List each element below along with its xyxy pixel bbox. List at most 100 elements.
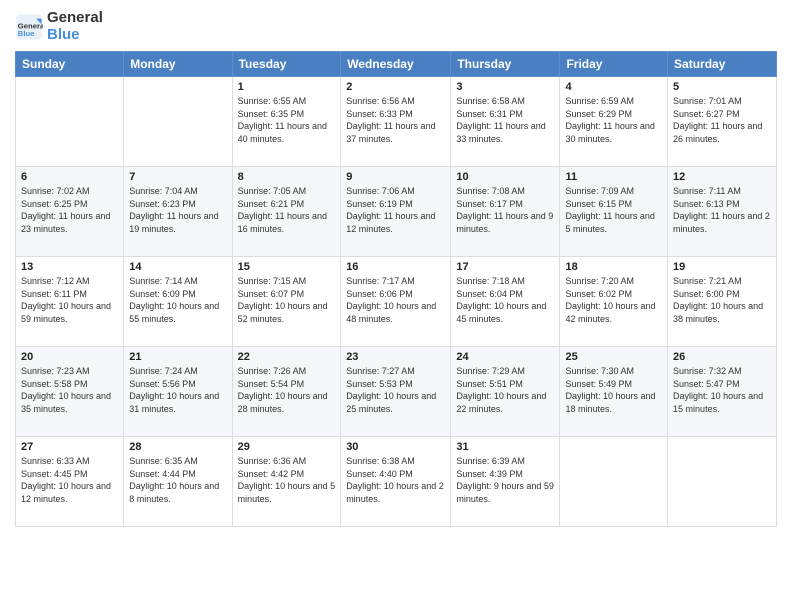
day-number: 19: [673, 261, 771, 273]
calendar-cell: 15 Sunrise: 7:15 AM Sunset: 6:07 PM Dayli…: [232, 257, 341, 347]
day-info: Sunrise: 7:02 AM Sunset: 6:25 PM Dayligh…: [21, 185, 118, 235]
calendar-week-row: 20Sunrise: 7:23 AM Sunset: 5:58 PM Dayli…: [16, 347, 777, 437]
calendar-cell: [124, 77, 232, 167]
day-number: 4: [565, 81, 662, 93]
day-info: Sunrise: 7:21 AM Sunset: 6:00 PM Dayligh…: [673, 275, 771, 325]
day-number: 26: [673, 351, 771, 363]
day-number: 30: [346, 441, 445, 453]
day-number: 1: [238, 81, 336, 93]
calendar-cell: 22 Sunrise: 7:26 AM Sunset: 5:54 PM Dayli…: [232, 347, 341, 437]
calendar-cell: 23 Sunrise: 7:27 AM Sunset: 5:53 PM Dayli…: [341, 347, 451, 437]
calendar-cell: 25 Sunrise: 7:30 AM Sunset: 5:49 PM Dayli…: [560, 347, 668, 437]
day-number: 31: [456, 441, 554, 453]
calendar-cell: 27 Sunrise: 6:33 AM Sunset: 4:45 PM Dayli…: [16, 437, 124, 527]
calendar-cell: 11Sunrise: 7:09 AM Sunset: 6:15 PM Dayli…: [560, 167, 668, 257]
calendar-week-row: 27 Sunrise: 6:33 AM Sunset: 4:45 PM Dayli…: [16, 437, 777, 527]
day-info: Sunrise: 6:38 AM Sunset: 4:40 PM Dayligh…: [346, 455, 445, 505]
day-info: Sunrise: 7:04 AM Sunset: 6:23 PM Dayligh…: [129, 185, 226, 235]
calendar-cell: 30 Sunrise: 6:38 AM Sunset: 4:40 PM Dayli…: [341, 437, 451, 527]
day-info: Sunrise: 7:26 AM Sunset: 5:54 PM Dayligh…: [238, 365, 336, 415]
day-info: Sunrise: 6:55 AM Sunset: 6:35 PM Dayligh…: [238, 95, 336, 145]
calendar-cell: 2 Sunrise: 6:56 AM Sunset: 6:33 PM Daylig…: [341, 77, 451, 167]
calendar-cell: 5 Sunrise: 7:01 AM Sunset: 6:27 PM Daylig…: [668, 77, 777, 167]
calendar-cell: 24 Sunrise: 7:29 AM Sunset: 5:51 PM Dayli…: [451, 347, 560, 437]
day-number: 13: [21, 261, 118, 273]
day-of-week-header: Tuesday: [232, 52, 341, 77]
day-number: 25: [565, 351, 662, 363]
day-number: 12: [673, 171, 771, 183]
day-of-week-header: Wednesday: [341, 52, 451, 77]
day-number: 22: [238, 351, 336, 363]
day-info: Sunrise: 6:58 AM Sunset: 6:31 PM Dayligh…: [456, 95, 554, 145]
logo-icon: General Blue: [15, 13, 43, 41]
day-number: 23: [346, 351, 445, 363]
day-of-week-header: Saturday: [668, 52, 777, 77]
page: General Blue GeneralBlue SundayMondayTue…: [0, 0, 792, 612]
day-info: Sunrise: 6:35 AM Sunset: 4:44 PM Dayligh…: [129, 455, 226, 505]
day-info: Sunrise: 6:39 AM Sunset: 4:39 PM Dayligh…: [456, 455, 554, 505]
calendar-cell: 21 Sunrise: 7:24 AM Sunset: 5:56 PM Dayli…: [124, 347, 232, 437]
day-info: Sunrise: 6:33 AM Sunset: 4:45 PM Dayligh…: [21, 455, 118, 505]
calendar-table: SundayMondayTuesdayWednesdayThursdayFrid…: [15, 51, 777, 527]
day-info: Sunrise: 7:09 AM Sunset: 6:15 PM Dayligh…: [565, 185, 662, 235]
header: General Blue GeneralBlue: [15, 10, 777, 43]
logo-text: GeneralBlue: [47, 10, 103, 43]
calendar-cell: 10Sunrise: 7:08 AM Sunset: 6:17 PM Dayli…: [451, 167, 560, 257]
day-number: 28: [129, 441, 226, 453]
day-info: Sunrise: 7:20 AM Sunset: 6:02 PM Dayligh…: [565, 275, 662, 325]
day-info: Sunrise: 7:27 AM Sunset: 5:53 PM Dayligh…: [346, 365, 445, 415]
day-number: 8: [238, 171, 336, 183]
calendar-week-row: 1 Sunrise: 6:55 AM Sunset: 6:35 PM Daylig…: [16, 77, 777, 167]
day-info: Sunrise: 7:24 AM Sunset: 5:56 PM Dayligh…: [129, 365, 226, 415]
day-info: Sunrise: 7:32 AM Sunset: 5:47 PM Dayligh…: [673, 365, 771, 415]
day-info: Sunrise: 7:01 AM Sunset: 6:27 PM Dayligh…: [673, 95, 771, 145]
day-info: Sunrise: 7:23 AM Sunset: 5:58 PM Dayligh…: [21, 365, 118, 415]
day-number: 18: [565, 261, 662, 273]
calendar-week-row: 13Sunrise: 7:12 AM Sunset: 6:11 PM Dayli…: [16, 257, 777, 347]
day-number: 9: [346, 171, 445, 183]
calendar-cell: 17Sunrise: 7:18 AM Sunset: 6:04 PM Dayli…: [451, 257, 560, 347]
calendar-cell: 18 Sunrise: 7:20 AM Sunset: 6:02 PM Dayli…: [560, 257, 668, 347]
day-number: 2: [346, 81, 445, 93]
calendar-cell: [560, 437, 668, 527]
day-number: 16: [346, 261, 445, 273]
calendar-cell: 16Sunrise: 7:17 AM Sunset: 6:06 PM Dayli…: [341, 257, 451, 347]
day-number: 24: [456, 351, 554, 363]
day-number: 5: [673, 81, 771, 93]
calendar-cell: 13Sunrise: 7:12 AM Sunset: 6:11 PM Dayli…: [16, 257, 124, 347]
calendar-cell: 7 Sunrise: 7:04 AM Sunset: 6:23 PM Daylig…: [124, 167, 232, 257]
svg-text:Blue: Blue: [18, 29, 35, 38]
calendar-cell: 4Sunrise: 6:59 AM Sunset: 6:29 PM Daylig…: [560, 77, 668, 167]
day-info: Sunrise: 7:08 AM Sunset: 6:17 PM Dayligh…: [456, 185, 554, 235]
day-info: Sunrise: 7:30 AM Sunset: 5:49 PM Dayligh…: [565, 365, 662, 415]
day-info: Sunrise: 7:29 AM Sunset: 5:51 PM Dayligh…: [456, 365, 554, 415]
day-info: Sunrise: 7:18 AM Sunset: 6:04 PM Dayligh…: [456, 275, 554, 325]
day-of-week-header: Thursday: [451, 52, 560, 77]
calendar-cell: 1 Sunrise: 6:55 AM Sunset: 6:35 PM Daylig…: [232, 77, 341, 167]
day-number: 7: [129, 171, 226, 183]
calendar-cell: 20Sunrise: 7:23 AM Sunset: 5:58 PM Dayli…: [16, 347, 124, 437]
calendar-cell: 29Sunrise: 6:36 AM Sunset: 4:42 PM Dayli…: [232, 437, 341, 527]
day-info: Sunrise: 6:56 AM Sunset: 6:33 PM Dayligh…: [346, 95, 445, 145]
day-number: 6: [21, 171, 118, 183]
calendar-cell: [16, 77, 124, 167]
calendar-cell: 8Sunrise: 7:05 AM Sunset: 6:21 PM Daylig…: [232, 167, 341, 257]
calendar-cell: 12 Sunrise: 7:11 AM Sunset: 6:13 PM Dayli…: [668, 167, 777, 257]
calendar-cell: 19 Sunrise: 7:21 AM Sunset: 6:00 PM Dayli…: [668, 257, 777, 347]
day-number: 14: [129, 261, 226, 273]
day-info: Sunrise: 7:06 AM Sunset: 6:19 PM Dayligh…: [346, 185, 445, 235]
calendar-header-row: SundayMondayTuesdayWednesdayThursdayFrid…: [16, 52, 777, 77]
day-info: Sunrise: 7:11 AM Sunset: 6:13 PM Dayligh…: [673, 185, 771, 235]
day-info: Sunrise: 7:14 AM Sunset: 6:09 PM Dayligh…: [129, 275, 226, 325]
calendar-cell: 6 Sunrise: 7:02 AM Sunset: 6:25 PM Daylig…: [16, 167, 124, 257]
day-number: 3: [456, 81, 554, 93]
day-of-week-header: Sunday: [16, 52, 124, 77]
day-number: 15: [238, 261, 336, 273]
day-number: 21: [129, 351, 226, 363]
calendar-week-row: 6 Sunrise: 7:02 AM Sunset: 6:25 PM Daylig…: [16, 167, 777, 257]
day-info: Sunrise: 6:36 AM Sunset: 4:42 PM Dayligh…: [238, 455, 336, 505]
day-info: Sunrise: 7:15 AM Sunset: 6:07 PM Dayligh…: [238, 275, 336, 325]
day-of-week-header: Friday: [560, 52, 668, 77]
day-number: 27: [21, 441, 118, 453]
day-of-week-header: Monday: [124, 52, 232, 77]
